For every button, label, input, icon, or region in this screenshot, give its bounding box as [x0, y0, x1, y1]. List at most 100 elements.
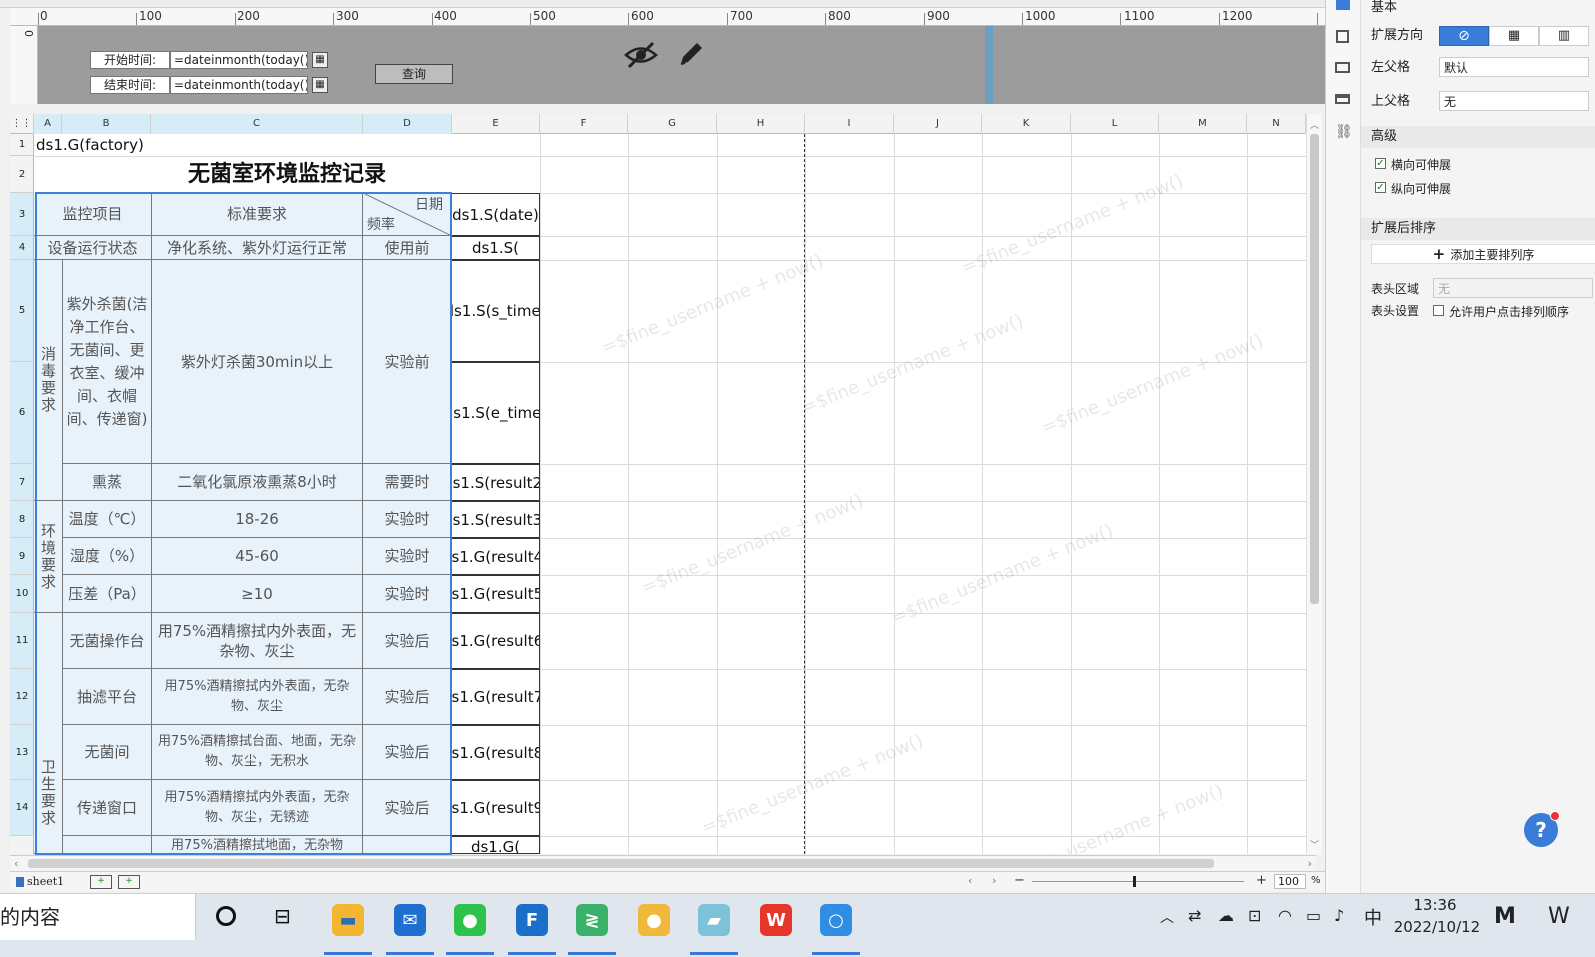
zoom-input[interactable]: 100 [1274, 874, 1306, 889]
calendar-icon[interactable]: ▦ [312, 77, 328, 93]
add-sort-button[interactable]: + 添加主要排列序 [1371, 244, 1595, 264]
cell-e4[interactable]: ds1.S( [452, 236, 540, 260]
row-header-9[interactable]: 9 [10, 538, 33, 575]
row-header-5[interactable]: 5 [10, 260, 33, 362]
header-monitor-item[interactable]: 监控项目 [34, 193, 152, 236]
cell-e15[interactable]: ds1.G( [452, 836, 540, 854]
calendar-icon[interactable]: ▦ [312, 52, 328, 68]
pencil-icon[interactable] [675, 38, 707, 70]
row-header-12[interactable]: 12 [10, 669, 33, 725]
zoom-slider-handle[interactable] [1133, 876, 1136, 887]
cell-row4-standard[interactable]: 净化系统、紫外灯运行正常 [152, 236, 363, 260]
scroll-thumb[interactable] [28, 859, 1214, 868]
add-poly-sheet-icon[interactable]: + [118, 875, 140, 889]
cell-row15-item[interactable] [63, 836, 152, 854]
group-environment[interactable]: 环境要求 [34, 501, 63, 613]
finereport-icon[interactable]: F [516, 904, 548, 936]
report-title[interactable]: 无菌室环境监控记录 [34, 156, 540, 193]
browser-icon[interactable]: ○ [820, 904, 852, 936]
row-header-13[interactable]: 13 [10, 725, 33, 780]
add-sheet-icon[interactable]: + [90, 875, 112, 889]
column-header-d[interactable]: D [363, 114, 452, 134]
top-parent-select[interactable]: 无 [1439, 91, 1589, 111]
cell-fumigation-standard[interactable]: 二氧化氯原液熏蒸8小时 [152, 464, 363, 501]
cell-filter-item[interactable]: 抽滤平台 [63, 669, 152, 725]
wechat-icon[interactable]: ● [454, 904, 486, 936]
clock-date[interactable]: 2022/10/12 [1392, 918, 1482, 936]
cell-humidity-standard[interactable]: 45-60 [152, 538, 363, 575]
column-header-h[interactable]: H [717, 114, 805, 134]
cell-window-freq[interactable]: 实验后 [363, 780, 452, 836]
cell-room-freq[interactable]: 实验后 [363, 725, 452, 780]
volume-icon[interactable]: ♪ [1334, 906, 1344, 925]
column-header-b[interactable]: B [62, 114, 151, 134]
cell-temp-item[interactable]: 温度（℃） [63, 501, 152, 538]
cell-e3[interactable]: ds1.S(date) [452, 193, 540, 236]
chevron-up-icon[interactable]: ︿ [1160, 907, 1174, 927]
wps-icon[interactable]: W [760, 904, 792, 936]
row-header-8[interactable]: 8 [10, 501, 33, 538]
column-header-e[interactable]: E [452, 114, 540, 134]
chat-app-icon[interactable]: ● [638, 904, 670, 936]
cell-e9[interactable]: ds1.G(result4) [452, 538, 540, 575]
show-desktop-icon[interactable]: W [1548, 904, 1570, 929]
scroll-thumb[interactable] [1310, 134, 1319, 604]
cell-e10[interactable]: ds1.G(result5) [452, 575, 540, 613]
cell-bench-item[interactable]: 无菌操作台 [63, 613, 152, 669]
cell-e6[interactable]: ds1.S(e_time) [452, 362, 540, 464]
eye-hidden-icon[interactable] [623, 40, 659, 70]
start-time-input[interactable]: =dateinmonth(today(),1) [170, 51, 308, 69]
cell-row15-freq[interactable] [363, 836, 452, 854]
row-header-3[interactable]: 3 [10, 193, 33, 236]
mail-icon[interactable]: ✉ [394, 904, 426, 936]
row-header-7[interactable]: 7 [10, 464, 33, 501]
editor-icon[interactable]: ▰ [698, 904, 730, 936]
cell-row4-item[interactable]: 设备运行状态 [34, 236, 152, 260]
condition-icon[interactable] [1335, 94, 1350, 104]
group-disinfection[interactable]: 消毒要求 [34, 260, 63, 501]
sheet-tab[interactable]: sheet1 [16, 874, 64, 889]
chevron-right-icon[interactable]: › [1308, 857, 1312, 870]
allow-sort-checkbox[interactable] [1433, 305, 1444, 316]
row-header-6[interactable]: 6 [10, 362, 33, 464]
cell-window-item[interactable]: 传递窗口 [63, 780, 152, 836]
cell-bench-freq[interactable]: 实验后 [363, 613, 452, 669]
horizontal-expand-icon[interactable]: ▥ [1539, 26, 1589, 46]
column-header-j[interactable]: J [894, 114, 982, 134]
cell-row4-freq[interactable]: 使用前 [363, 236, 452, 260]
cell-e13[interactable]: ds1.G(result8) [452, 725, 540, 780]
notification-center-icon[interactable]: M [1494, 904, 1516, 929]
chevron-up-icon[interactable]: ︿ [1310, 118, 1319, 131]
cell-widget-icon[interactable] [1335, 62, 1350, 73]
row-header-10[interactable]: 10 [10, 575, 33, 613]
column-header-f[interactable]: F [540, 114, 628, 134]
header-area-input[interactable]: 无 [1433, 278, 1593, 298]
column-header-a[interactable]: A [34, 114, 62, 134]
row-header-4[interactable]: 4 [10, 236, 33, 260]
wifi-icon[interactable]: ◠ [1278, 906, 1292, 925]
spreadsheet-grid[interactable]: =$fine_username + now() =$fine_username … [34, 134, 1306, 854]
cell-fumigation-item[interactable]: 熏蒸 [63, 464, 152, 501]
cloud-icon[interactable]: ☁ [1218, 906, 1234, 925]
row-header-14[interactable]: 14 [10, 780, 33, 836]
cell-filter-standard[interactable]: 用75%酒精擦拭内外表面，无杂物、灰尘 [152, 669, 363, 725]
clock-time[interactable]: 13:36 [1410, 896, 1460, 914]
horizontal-scrollbar[interactable]: ‹ › [10, 855, 1316, 871]
vertical-scrollbar[interactable]: ︿ ﹀ [1306, 114, 1322, 855]
cell-a1[interactable]: ds1.G(factory) [36, 134, 476, 156]
column-header-i[interactable]: I [805, 114, 894, 134]
cell-uv-item[interactable]: 紫外杀菌(洁净工作台、无菌间、更衣室、缓冲间、衣帽间、传递窗) [63, 260, 152, 464]
cell-pressure-standard[interactable]: ≥10 [152, 575, 363, 613]
cell-e12[interactable]: ds1.G(result7) [452, 669, 540, 725]
battery-icon[interactable]: ▭ [1306, 906, 1321, 925]
cell-e11[interactable]: ds1.G(result6) [452, 613, 540, 669]
prev-sheet-icon[interactable]: ‹ [968, 874, 972, 887]
horizontal-expand-checkbox[interactable]: ✓ [1375, 158, 1386, 169]
zoom-in-icon[interactable]: + [1256, 873, 1267, 888]
row-header-2[interactable]: 2 [10, 156, 33, 193]
cell-humidity-item[interactable]: 湿度（%） [63, 538, 152, 575]
header-date-freq[interactable]: 日期 频率 [363, 193, 452, 236]
left-parent-select[interactable]: 默认 [1439, 57, 1589, 77]
vertical-expand-icon[interactable]: ▦ [1489, 26, 1539, 46]
vertical-expand-checkbox[interactable]: ✓ [1375, 182, 1386, 193]
